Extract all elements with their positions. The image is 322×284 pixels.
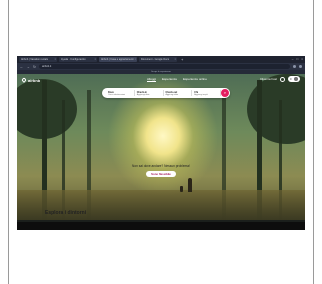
search-button[interactable]: ⌕: [221, 89, 229, 97]
tab-label: Airbnb | Vacation rentals: [21, 58, 49, 61]
site-nav: Alloggi Esperienze Esperienze online: [147, 77, 207, 82]
flexible-button[interactable]: Sono flessibile: [146, 171, 176, 177]
reload-icon[interactable]: ↻: [33, 65, 36, 69]
avatar-icon: [293, 77, 298, 81]
maximize-icon[interactable]: □: [296, 57, 298, 61]
airbnb-page: airbnb Alloggi Esperienze Esperienze onl…: [17, 74, 305, 220]
minimize-icon[interactable]: –: [292, 57, 294, 61]
forest-foliage: [17, 79, 77, 139]
search-checkin[interactable]: Check-in Aggiungi date: [135, 90, 164, 96]
hamburger-icon: ≡: [290, 77, 292, 81]
browser-tab[interactable]: Document - Google Docs ×: [139, 57, 177, 62]
nav-stays[interactable]: Alloggi: [147, 77, 157, 82]
nav-experiences[interactable]: Esperienze: [162, 77, 177, 82]
close-icon[interactable]: ×: [95, 58, 96, 61]
browser-tab[interactable]: Ayuda · Configuración ×: [59, 57, 97, 62]
window-close-icon[interactable]: ×: [301, 57, 303, 61]
hiker-figure: [188, 178, 192, 192]
new-tab-icon[interactable]: +: [181, 57, 183, 62]
globe-icon[interactable]: [280, 76, 285, 82]
extension-icon[interactable]: [293, 65, 296, 68]
close-icon[interactable]: ×: [135, 58, 136, 61]
search-checkout-value: Aggiungi date: [165, 93, 179, 96]
tab-label: Document - Google Docs: [141, 58, 170, 61]
browser-tab[interactable]: Airbnb | Vacation rentals ×: [19, 57, 57, 62]
search-guests[interactable]: Chi Aggiungi ospiti: [192, 90, 221, 96]
user-menu-button[interactable]: ≡: [288, 76, 300, 82]
address-bar[interactable]: airbnb.it: [38, 64, 290, 69]
forward-icon[interactable]: →: [27, 65, 31, 69]
search-location[interactable]: Dove Cerca destinazioni: [106, 90, 135, 96]
tab-label: Ayuda · Configuración: [61, 58, 86, 61]
header-actions: Diventa host ≡: [260, 76, 300, 82]
become-host-link[interactable]: Diventa host: [260, 77, 277, 81]
hero-text: Non sai dove andare? Nessun problema!: [132, 164, 190, 168]
search-icon: ⌕: [223, 90, 227, 95]
dog-figure: [180, 186, 183, 192]
airbnb-logo[interactable]: airbnb: [21, 77, 41, 83]
back-icon[interactable]: ←: [20, 65, 24, 69]
close-icon[interactable]: ×: [175, 58, 176, 61]
airbnb-logo-icon: [21, 77, 27, 83]
profile-icon[interactable]: [299, 65, 302, 68]
close-icon[interactable]: ×: [55, 58, 56, 61]
screen: Airbnb | Vacation rentals × Ayuda · Confi…: [17, 56, 305, 230]
search-bar: Dove Cerca destinazioni Check-in Aggiung…: [102, 88, 230, 98]
taskbar-strip: [17, 222, 305, 230]
frame-divider-right: [313, 0, 314, 284]
explore-title: Esplora i dintorni: [45, 210, 87, 216]
browser-tabbar: Airbnb | Vacation rentals × Ayuda · Confi…: [17, 56, 305, 63]
tab-label: Airbnb | Case e appartamenti: [101, 58, 134, 61]
browser-toolbar: ← → ↻ airbnb.it: [17, 63, 305, 70]
search-checkin-value: Aggiungi date: [136, 93, 150, 96]
search-guests-value: Aggiungi ospiti: [194, 93, 208, 96]
browser-tab-active[interactable]: Airbnb | Case e appartamenti ×: [99, 57, 137, 62]
frame-divider-left: [8, 0, 9, 284]
nav-online-experiences[interactable]: Esperienze online: [183, 77, 207, 82]
window-controls: – □ ×: [292, 57, 303, 61]
search-location-value: Cerca destinazioni: [108, 93, 126, 96]
search-checkout[interactable]: Check-out Aggiungi date: [164, 90, 193, 96]
logo-text: airbnb: [28, 77, 41, 83]
